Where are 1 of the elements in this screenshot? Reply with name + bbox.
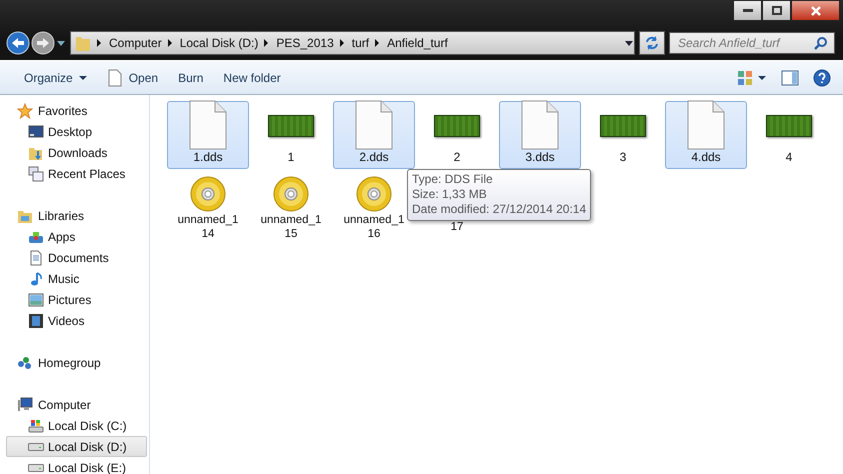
tooltip: Type: DDS File Size: 1,33 MB Date modified: 27/12/2014 20:14: [407, 169, 592, 221]
